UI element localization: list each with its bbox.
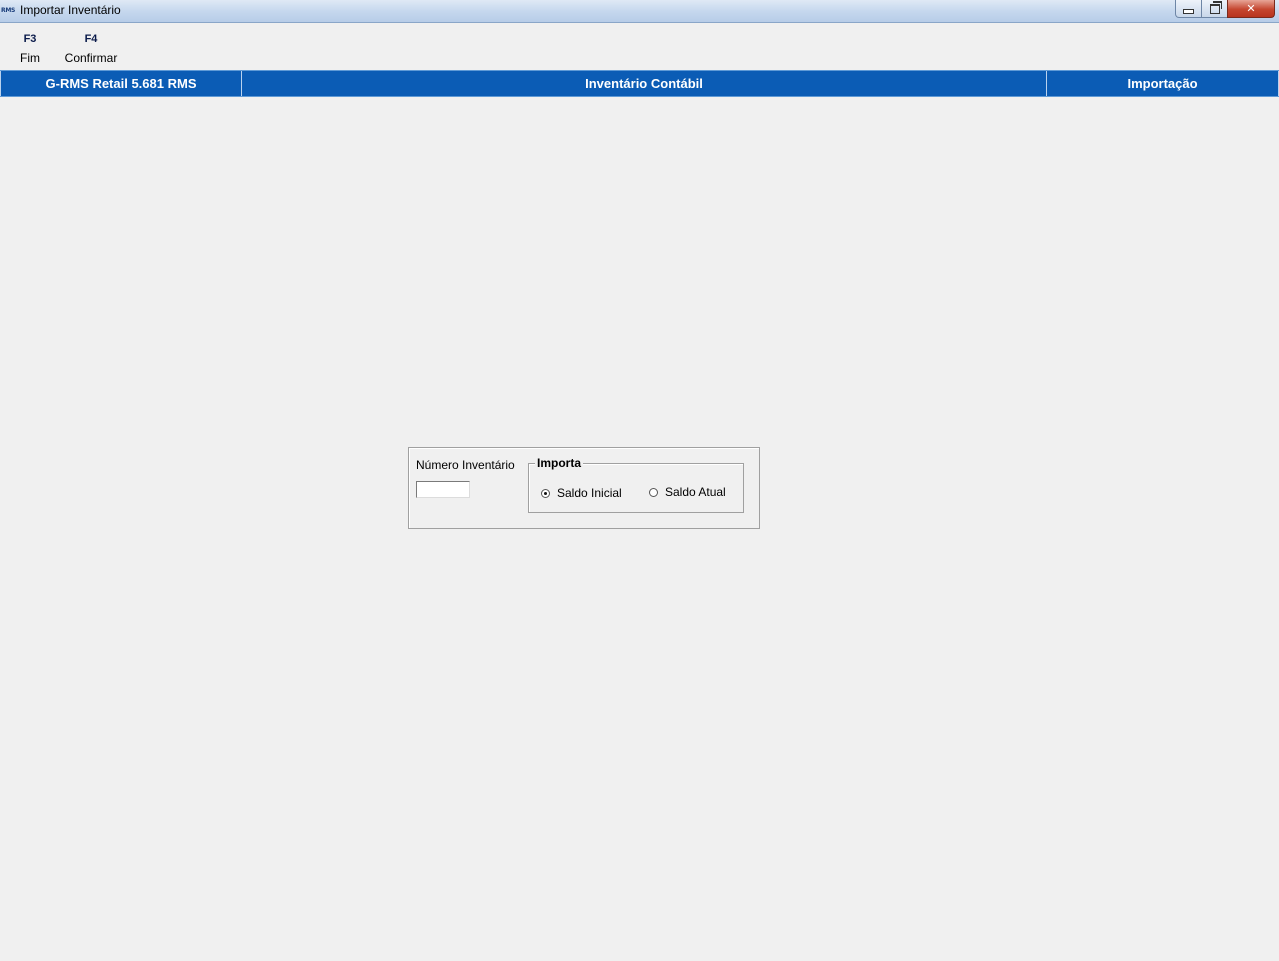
action-name: Importação: [1046, 71, 1279, 96]
module-name: Inventário Contábil: [241, 71, 1046, 96]
fim-label: Fim: [20, 51, 40, 65]
minimize-icon: [1183, 9, 1194, 14]
f4-key-label: F4: [84, 33, 98, 45]
saldo-inicial-label: Saldo Inicial: [557, 486, 622, 500]
import-form-panel: Número Inventário Importa Saldo Inicial …: [408, 447, 760, 529]
title-bar[interactable]: RMS Importar Inventário ✕: [0, 0, 1279, 23]
confirmar-button[interactable]: F4 Confirmar: [58, 33, 124, 65]
fim-button[interactable]: F3 Fim: [12, 33, 48, 65]
numero-inventario-label: Número Inventário: [416, 458, 515, 472]
importa-group: Importa Saldo Inicial Saldo Atual: [528, 456, 744, 513]
f3-key-label: F3: [23, 33, 37, 45]
system-name: G-RMS Retail 5.681 RMS: [0, 71, 241, 96]
close-button[interactable]: ✕: [1227, 0, 1275, 18]
importa-legend: Importa: [535, 456, 584, 470]
restore-icon: [1209, 0, 1222, 14]
confirmar-label: Confirmar: [64, 51, 118, 65]
restore-button[interactable]: [1201, 0, 1228, 18]
numero-inventario-input[interactable]: [416, 481, 470, 498]
header-bar: G-RMS Retail 5.681 RMS Inventário Contáb…: [0, 70, 1279, 97]
window-title: Importar Inventário: [20, 3, 121, 17]
saldo-inicial-radio[interactable]: Saldo Inicial: [541, 486, 622, 500]
app-icon: RMS: [1, 7, 16, 14]
saldo-atual-label: Saldo Atual: [665, 485, 726, 499]
radio-selected-icon: [541, 488, 550, 498]
saldo-atual-radio[interactable]: Saldo Atual: [649, 485, 726, 499]
minimize-button[interactable]: [1175, 0, 1202, 18]
radio-unselected-icon: [649, 487, 658, 497]
close-icon: ✕: [1246, 3, 1256, 15]
